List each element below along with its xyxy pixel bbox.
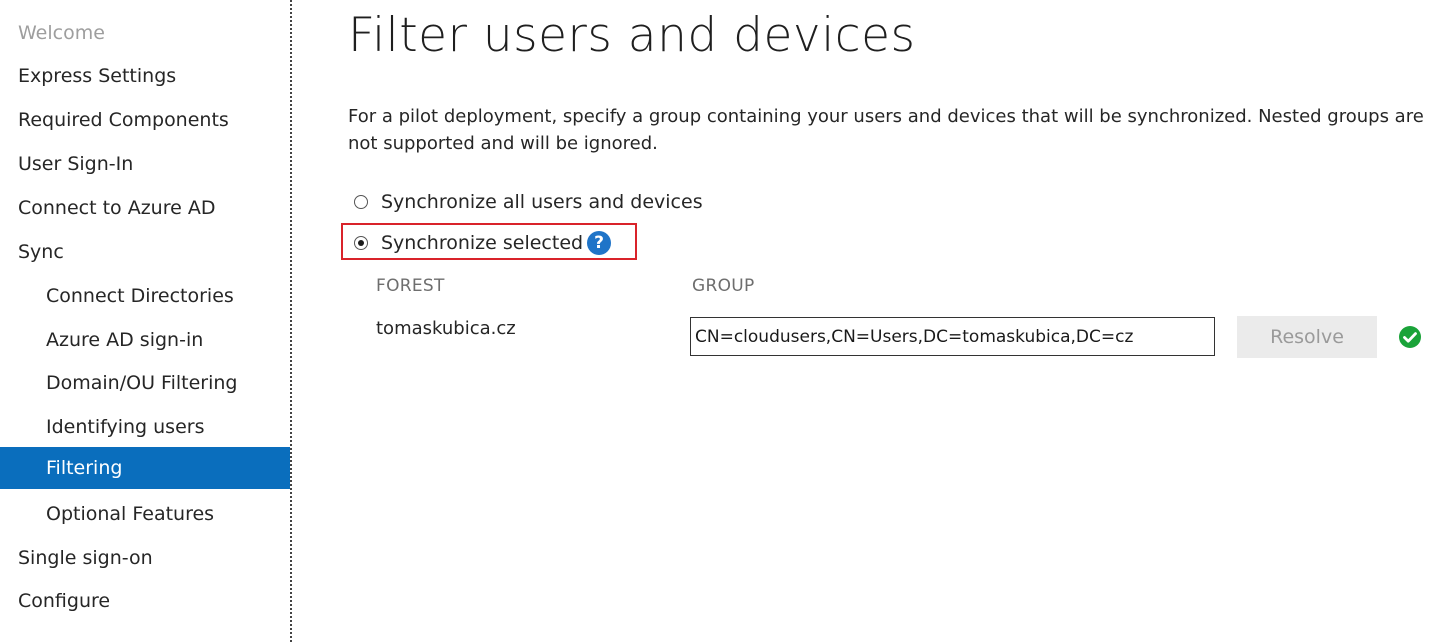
- sidebar-item-required-components[interactable]: Required Components: [0, 99, 290, 141]
- question-circle-icon[interactable]: ?: [587, 231, 612, 255]
- sidebar-item-azure-ad-sign-in[interactable]: Azure AD sign-in: [0, 319, 290, 361]
- forest-column-header: FOREST: [376, 276, 445, 296]
- check-circle-icon: [1399, 326, 1421, 348]
- sidebar-item-user-sign-in[interactable]: User Sign-In: [0, 143, 290, 185]
- sidebar-nav: Welcome Express Settings Required Compon…: [0, 0, 292, 642]
- group-dn-input[interactable]: [690, 317, 1215, 356]
- sidebar-item-optional-features[interactable]: Optional Features: [0, 493, 290, 535]
- page-title: Filter users and devices: [348, 8, 916, 63]
- option-sync-selected-label: Synchronize selected: [381, 232, 584, 254]
- sidebar-item-filtering[interactable]: Filtering: [0, 447, 290, 489]
- sidebar-item-connect-to-azure-ad[interactable]: Connect to Azure AD: [0, 187, 290, 229]
- option-sync-selected[interactable]: Synchronize selected ?: [354, 229, 612, 257]
- radio-sync-selected[interactable]: [354, 236, 368, 250]
- radio-sync-all[interactable]: [354, 195, 368, 209]
- forest-name: tomaskubica.cz: [376, 318, 516, 339]
- sidebar-item-identifying-users[interactable]: Identifying users: [0, 406, 290, 448]
- sidebar-item-express-settings[interactable]: Express Settings: [0, 55, 290, 97]
- wizard-window: Welcome Express Settings Required Compon…: [0, 0, 1446, 642]
- sidebar-item-welcome[interactable]: Welcome: [0, 12, 290, 54]
- sidebar-item-sync[interactable]: Sync: [0, 231, 290, 273]
- page-description: For a pilot deployment, specify a group …: [348, 106, 1424, 154]
- resolve-button[interactable]: Resolve: [1237, 316, 1377, 358]
- sidebar-item-domain-ou-filtering[interactable]: Domain/OU Filtering: [0, 362, 290, 404]
- sidebar-item-connect-directories[interactable]: Connect Directories: [0, 275, 290, 317]
- option-sync-all-label: Synchronize all users and devices: [381, 191, 703, 213]
- option-sync-all[interactable]: Synchronize all users and devices: [354, 188, 703, 216]
- sidebar-item-configure[interactable]: Configure: [0, 580, 290, 622]
- group-column-header: GROUP: [692, 276, 755, 296]
- sidebar-item-single-sign-on[interactable]: Single sign-on: [0, 537, 290, 579]
